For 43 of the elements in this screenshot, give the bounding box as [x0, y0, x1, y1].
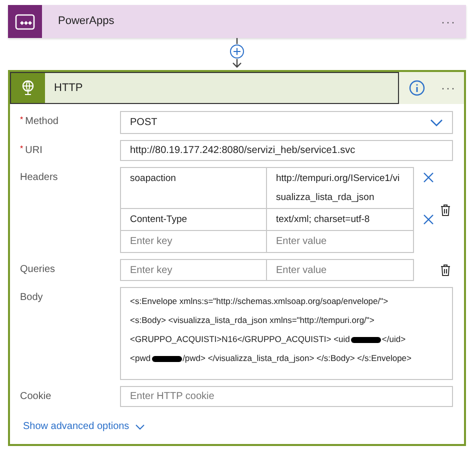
- field-label: Headers: [20, 171, 58, 185]
- body-text: <GRUPPO_ACQUISTI>N16</GRUPPO_ACQUISTI> <uid: [130, 333, 350, 346]
- trigger-title: PowerApps: [58, 14, 116, 30]
- header-key-field[interactable]: soapaction: [120, 167, 267, 209]
- key-input-field[interactable]: Enter key: [120, 259, 267, 281]
- field-label: URI: [25, 144, 42, 158]
- value-input-field[interactable]: Enter value: [267, 259, 414, 281]
- field-label: Cookie: [20, 390, 52, 404]
- body-text: <s:Body> <visualizza_lista_rda_json xmlns="http://tempuri.org/">: [130, 314, 374, 327]
- body-text: <pwd: [130, 352, 151, 365]
- trash-icon[interactable]: [440, 264, 451, 276]
- action-header[interactable]: HTTP: [10, 72, 399, 104]
- field-label: Method: [25, 115, 58, 129]
- body-text: <s:Envelope xmlns:s="http://schemas.xmlsoap.org/soap/envelope/">: [130, 295, 388, 308]
- header-key-field[interactable]: Content-Type: [120, 209, 267, 231]
- add-step-connector-icon[interactable]: [229, 38, 245, 70]
- close-icon[interactable]: [423, 172, 434, 183]
- info-icon[interactable]: [409, 80, 425, 96]
- more-options-button[interactable]: ···: [441, 79, 456, 97]
- more-options-button[interactable]: ···: [441, 12, 456, 30]
- body-text: </uid>: [382, 333, 406, 346]
- app-logo-icon: [8, 5, 42, 38]
- header-value-field[interactable]: text/xml; charset=utf-8: [267, 209, 414, 231]
- field-label: Body: [20, 291, 43, 305]
- redaction-mark: [350, 336, 381, 342]
- required-mark: *: [20, 143, 24, 155]
- field-label: Queries: [20, 263, 56, 277]
- chevron-down-icon: [135, 424, 146, 430]
- cookie-input-field[interactable]: Enter HTTP cookie: [120, 386, 453, 407]
- text-input-field[interactable]: http://80.19.177.242:8080/servizi_heb/service1.svc: [120, 140, 453, 161]
- body-text-area[interactable]: [120, 287, 453, 380]
- trigger-card[interactable]: PowerApps ···: [8, 5, 466, 38]
- key-input-field[interactable]: Enter key: [120, 231, 267, 253]
- close-icon[interactable]: [423, 214, 434, 225]
- redaction-mark: [152, 356, 182, 362]
- action-title: HTTP: [54, 80, 83, 96]
- show-advanced-options-link[interactable]: Show advanced options: [23, 419, 130, 434]
- body-text: /pwd> </visualizza_lista_rda_json> </s:Body> </s:Envelope>: [182, 352, 412, 365]
- chevron-down-icon: [430, 118, 443, 126]
- method-dropdown[interactable]: POST: [120, 111, 453, 134]
- trash-icon[interactable]: [440, 204, 451, 216]
- value-input-field[interactable]: Enter value: [267, 231, 414, 253]
- required-mark: *: [20, 114, 24, 126]
